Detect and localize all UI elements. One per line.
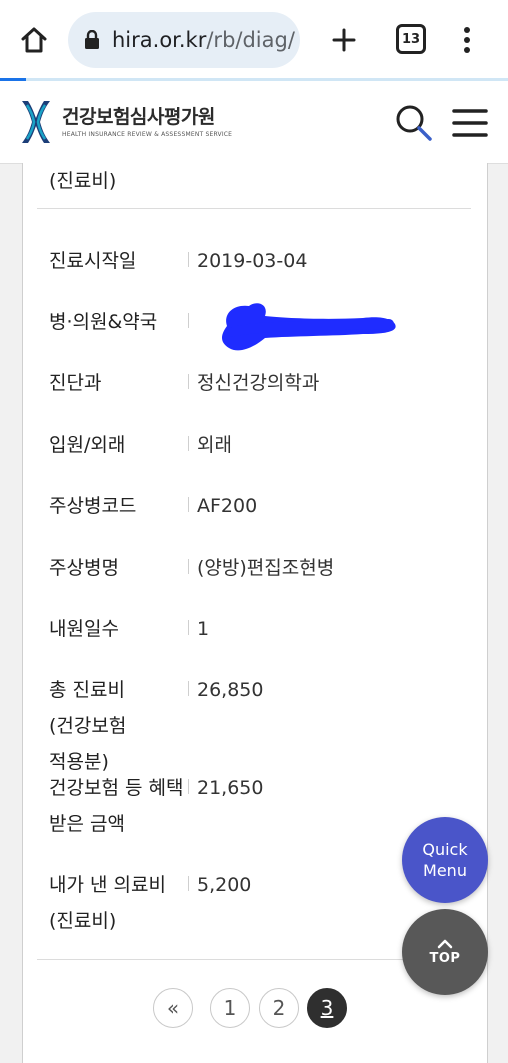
row-value: (양방)편집조현병 bbox=[197, 557, 335, 579]
page-button-2[interactable]: 2 bbox=[259, 988, 299, 1028]
quick-menu-label-line2: Menu bbox=[423, 861, 467, 880]
row-separator bbox=[188, 876, 189, 891]
pagination: « 1 2 3 bbox=[0, 988, 508, 1028]
row-label: 병·의원&약국 bbox=[49, 311, 158, 333]
site-header: 건강보험심사평가원 HEALTH INSURANCE REVIEW & ASSE… bbox=[0, 81, 508, 164]
logo-title: 건강보험심사평가원 bbox=[62, 105, 215, 128]
url-host: hira.or.kr bbox=[112, 28, 207, 52]
search-icon[interactable] bbox=[394, 103, 434, 143]
url-path: /rb/diag/ bbox=[206, 28, 295, 52]
tab-switcher-button[interactable]: 13 bbox=[396, 24, 426, 54]
redaction-scribble bbox=[222, 303, 396, 351]
row-value: 1 bbox=[197, 618, 210, 640]
site-logo[interactable]: 건강보험심사평가원 HEALTH INSURANCE REVIEW & ASSE… bbox=[18, 99, 232, 145]
quick-menu-button[interactable]: Quick Menu bbox=[402, 817, 488, 903]
new-tab-icon[interactable] bbox=[324, 20, 364, 60]
row-value: 정신건강의학과 bbox=[197, 372, 320, 394]
row-separator bbox=[188, 559, 189, 574]
row-label: 진료시작일 bbox=[49, 250, 137, 272]
home-icon[interactable] bbox=[16, 22, 52, 58]
more-options-icon[interactable] bbox=[452, 22, 482, 58]
page-button-3-current[interactable]: 3 bbox=[307, 988, 347, 1028]
row-label: 내가 낸 의료비(진료비) bbox=[49, 874, 166, 932]
row-separator bbox=[188, 436, 189, 451]
row-separator bbox=[188, 252, 189, 267]
record-divider bbox=[37, 208, 471, 209]
row-separator bbox=[188, 374, 189, 389]
row-value: 21,650 bbox=[197, 777, 264, 799]
row-separator bbox=[188, 497, 189, 512]
logo-subtitle: HEALTH INSURANCE REVIEW & ASSESSMENT SER… bbox=[62, 130, 233, 138]
row-value: 2019-03-04 bbox=[197, 250, 308, 272]
previous-record-tail: (진료비) bbox=[49, 170, 117, 192]
row-value: 외래 bbox=[197, 434, 232, 456]
quick-menu-label-line1: Quick bbox=[422, 840, 468, 859]
first-page-button[interactable]: « bbox=[153, 988, 193, 1028]
url-text: hira.or.kr/rb/diag/ bbox=[112, 28, 295, 52]
row-label: 주상병코드 bbox=[49, 495, 137, 517]
scroll-top-button[interactable]: TOP bbox=[402, 909, 488, 995]
row-separator bbox=[188, 681, 189, 696]
lock-icon bbox=[82, 28, 102, 52]
address-bar[interactable]: hira.or.kr/rb/diag/ bbox=[68, 12, 300, 68]
row-label: 진단과 bbox=[49, 372, 102, 394]
row-label: 내원일수 bbox=[49, 618, 119, 640]
scroll-top-label: TOP bbox=[429, 950, 461, 966]
chevron-up-icon bbox=[437, 939, 453, 948]
page-button-1[interactable]: 1 bbox=[210, 988, 250, 1028]
row-label: 주상병명 bbox=[49, 557, 119, 579]
hamburger-menu-icon[interactable] bbox=[452, 105, 488, 141]
row-value: 26,850 bbox=[197, 679, 264, 701]
logo-mark-icon bbox=[22, 101, 50, 143]
row-value: AF200 bbox=[197, 495, 258, 517]
row-label: 입원/외래 bbox=[49, 434, 126, 456]
row-value: 5,200 bbox=[197, 874, 252, 896]
row-separator bbox=[188, 779, 189, 794]
row-label: 총 진료비(건강보험 적용분) bbox=[49, 679, 127, 773]
row-separator bbox=[188, 313, 189, 328]
row-separator bbox=[188, 620, 189, 635]
browser-toolbar: hira.or.kr/rb/diag/ 13 bbox=[0, 0, 508, 81]
row-label: 건강보험 등 혜택 받은 금액 bbox=[49, 777, 184, 835]
